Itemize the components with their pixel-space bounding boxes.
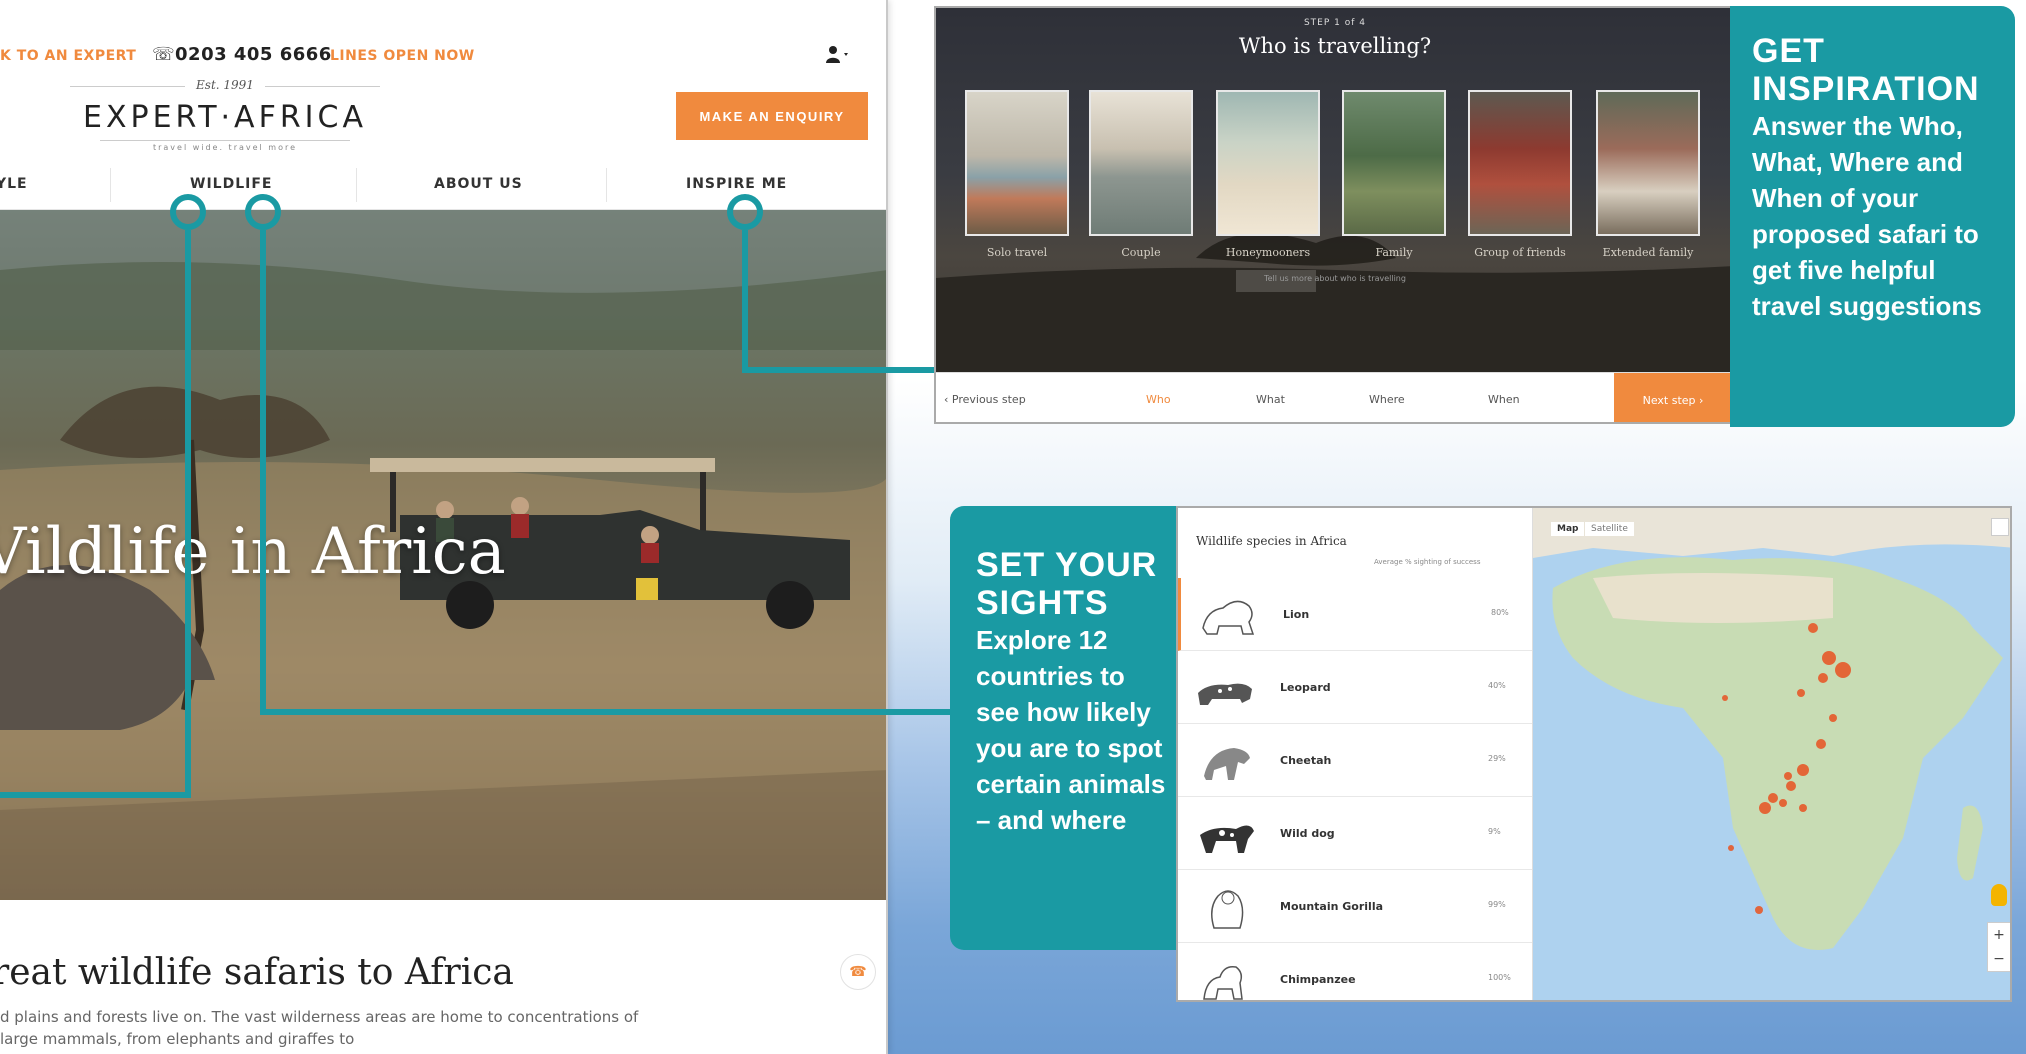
gorilla-icon [1211, 890, 1244, 929]
card-label: Extended family [1602, 246, 1694, 259]
species-row-leopard[interactable]: Leopard 40% [1178, 651, 1532, 724]
callout-text: – and where [976, 805, 1127, 835]
wildlife-species-panel: Wildlife species in Africa Average % sig… [1176, 506, 2012, 1002]
set-your-sights-callout: SET YOUR SIGHTS Explore 12 countries to … [950, 506, 1180, 950]
lion-icon [1202, 600, 1255, 635]
panel-title: Wildlife species in Africa [1196, 534, 1347, 548]
card-label: Solo travel [986, 246, 1048, 259]
map-view-tab[interactable]: Map [1551, 522, 1585, 536]
species-sighting-pct: 9% [1488, 827, 1501, 836]
nav-item-wildlife[interactable]: WILDLIFE [190, 176, 272, 192]
card-image [1468, 90, 1572, 236]
nav-item-about-us[interactable]: ABOUT US [434, 176, 523, 192]
satellite-view-tab[interactable]: Satellite [1585, 522, 1634, 536]
species-sighting-pct: 99% [1488, 900, 1506, 909]
nav-divider [110, 168, 111, 202]
card-couple[interactable] [1089, 90, 1193, 236]
cheetah-icon [1204, 748, 1250, 780]
expert-africa-site: K TO AN EXPERT ☏0203 405 6666 LINES OPEN… [0, 0, 888, 1054]
species-sighting-pct: 80% [1491, 608, 1509, 617]
africa-map[interactable]: Map Satellite + − [1532, 508, 2010, 1000]
speak-to-expert-link[interactable]: K TO AN EXPERT [0, 48, 136, 64]
phone-icon: ☏ [152, 44, 176, 65]
card-image [965, 90, 1069, 236]
user-account-icon[interactable] [824, 44, 850, 66]
panel-subtext: Tell us more about who is travelling [1264, 274, 1406, 283]
hero-image: Vildlife in Africa [0, 210, 886, 900]
logo-wordmark: EXPERT·AFRICA [82, 100, 368, 135]
species-name: Mountain Gorilla [1280, 900, 1384, 913]
callout-heading: GET INSPIRATION [1752, 32, 1980, 108]
leopard-icon [1198, 683, 1252, 705]
map-geography [1533, 508, 2010, 950]
species-name: Lion [1283, 608, 1310, 621]
species-sighting-pct: 40% [1488, 681, 1506, 690]
next-step-button[interactable]: Next step › [1614, 373, 1730, 422]
wild-dog-icon [1200, 825, 1254, 853]
nav-item-lifestyle[interactable]: YLE [0, 176, 28, 192]
street-view-pegman-icon[interactable] [1991, 884, 2007, 906]
get-inspiration-callout: GET INSPIRATION Answer the Who, What, Wh… [1730, 6, 2015, 427]
chimpanzee-icon [1203, 965, 1243, 1000]
tab-what[interactable]: What [1256, 393, 1285, 406]
make-enquiry-button[interactable]: MAKE AN ENQUIRY [676, 92, 868, 140]
species-name: Leopard [1280, 681, 1331, 694]
lines-open-status: LINES OPEN NOW [330, 48, 475, 64]
tab-when[interactable]: When [1488, 393, 1520, 406]
card-image [1089, 90, 1193, 236]
species-row-wild-dog[interactable]: Wild dog 9% [1178, 797, 1532, 870]
species-name: Chimpanzee [1280, 973, 1356, 986]
section-text: d plains and forests live on. The vast w… [0, 1008, 639, 1048]
card-image [1216, 90, 1320, 236]
species-sighting-pct: 29% [1488, 754, 1506, 763]
logo-est: Est. 1991 [185, 78, 265, 92]
nav-divider [606, 168, 607, 202]
step-indicator: STEP 1 of 4 [1303, 18, 1367, 28]
section-heading: reat wildlife safaris to Africa [0, 952, 514, 993]
panel-title: Who is travelling? [1238, 34, 1432, 58]
card-image [1342, 90, 1446, 236]
logo-tagline: travel wide. travel more [100, 140, 350, 152]
zoom-controls[interactable]: + − [1987, 922, 2010, 972]
callout-heading: SET YOUR SIGHTS [976, 546, 1158, 622]
callout-text: Explore 12 countries to see how likely y… [976, 625, 1166, 799]
inspiration-panel: STEP 1 of 4 Who is travelling? Solo trav… [934, 6, 1732, 424]
fullscreen-icon[interactable] [1991, 518, 2009, 536]
species-row-lion[interactable]: Lion 80% [1178, 578, 1532, 651]
call-us-button[interactable]: ☎ [840, 954, 876, 990]
card-honeymooners[interactable] [1216, 90, 1320, 236]
card-group-of-friends[interactable] [1468, 90, 1572, 236]
main-nav: YLE WILDLIFE ABOUT US INSPIRE ME [0, 166, 886, 210]
species-sighting-pct: 100% [1488, 973, 1511, 982]
tab-who[interactable]: Who [1146, 393, 1171, 406]
nav-divider [356, 168, 357, 202]
phone-icon: ☎ [849, 964, 867, 980]
card-label: Family [1375, 246, 1413, 259]
intro-section: reat wildlife safaris to Africa d plains… [0, 900, 886, 1054]
step-navigation: ‹ Previous step Who What Where When Next… [936, 372, 1730, 422]
card-family[interactable] [1342, 90, 1446, 236]
card-label: Couple [1121, 246, 1161, 259]
hero-title: Vildlife in Africa [0, 515, 506, 589]
phone-number-link[interactable]: ☏0203 405 6666 [152, 44, 332, 65]
card-label: Honeymooners [1225, 246, 1311, 259]
species-name: Cheetah [1280, 754, 1332, 767]
callout-text: Answer the Who, What, Where and When of … [1752, 111, 1982, 321]
previous-step-button[interactable]: ‹ Previous step [944, 393, 1026, 406]
species-row-chimpanzee[interactable]: Chimpanzee 100% [1178, 943, 1532, 1000]
species-name: Wild dog [1280, 827, 1335, 840]
tab-where[interactable]: Where [1369, 393, 1405, 406]
card-extended-family[interactable] [1596, 90, 1700, 236]
card-solo-travel[interactable] [965, 90, 1069, 236]
panel-subtitle: Average % sighting of success [1374, 558, 1481, 566]
top-bar: K TO AN EXPERT ☏0203 405 6666 LINES OPEN… [0, 40, 886, 76]
species-row-mountain-gorilla[interactable]: Mountain Gorilla 99% [1178, 870, 1532, 943]
card-label: Group of friends [1474, 246, 1566, 259]
nav-item-inspire-me[interactable]: INSPIRE ME [686, 176, 787, 192]
expert-africa-logo[interactable]: Est. 1991 EXPERT·AFRICA travel wide. tra… [70, 78, 380, 158]
card-image [1596, 90, 1700, 236]
species-row-cheetah[interactable]: Cheetah 29% [1178, 724, 1532, 797]
